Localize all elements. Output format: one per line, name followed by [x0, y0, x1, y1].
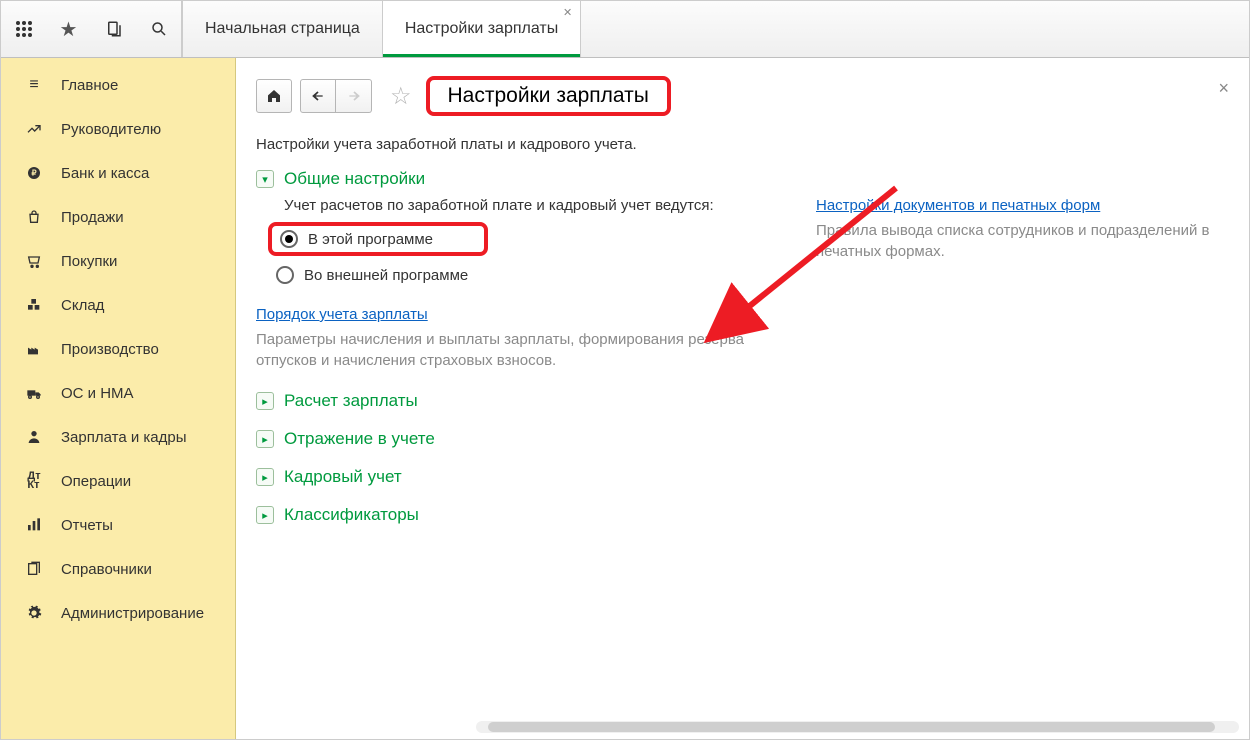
- cart-icon: [23, 253, 45, 269]
- sidebar-item-label: Руководителю: [61, 121, 161, 138]
- sidebar-item-label: Главное: [61, 77, 118, 94]
- trend-icon: [23, 121, 45, 137]
- tab-label: Начальная страница: [205, 20, 360, 38]
- general-lead: Учет расчетов по заработной плате и кадр…: [284, 197, 776, 214]
- close-page-button[interactable]: ×: [1218, 78, 1229, 99]
- page-title: Настройки зарплаты: [448, 84, 649, 108]
- sidebar-item-manager[interactable]: Руководителю: [1, 107, 235, 151]
- ruble-icon: ₽: [23, 165, 45, 181]
- tab-home[interactable]: Начальная страница: [182, 1, 383, 57]
- sidebar-item-label: Покупки: [61, 253, 117, 270]
- section-label: Общие настройки: [284, 169, 425, 189]
- sidebar-item-label: Операции: [61, 473, 131, 490]
- radio-in-program[interactable]: В этой программе: [268, 222, 488, 256]
- page-subtitle: Настройки учета заработной платы и кадро…: [256, 136, 1229, 153]
- chevron-down-icon: ▾: [256, 170, 274, 188]
- favorite-star-icon[interactable]: ☆: [390, 82, 412, 111]
- chevron-right-icon: ▸: [256, 468, 274, 486]
- tab-bar: ★ Начальная страница Настройки зарплаты …: [1, 1, 1249, 58]
- forward-button[interactable]: [336, 79, 372, 113]
- section-classifiers[interactable]: ▸ Классификаторы: [256, 505, 776, 525]
- bag-icon: [23, 209, 45, 225]
- section-label: Кадровый учет: [284, 467, 402, 487]
- radio-label: Во внешней программе: [304, 267, 468, 284]
- history-icon[interactable]: [91, 1, 136, 57]
- section-label: Отражение в учете: [284, 429, 435, 449]
- sidebar-item-purchases[interactable]: Покупки: [1, 239, 235, 283]
- sidebar-item-main[interactable]: ≡ Главное: [1, 63, 235, 107]
- boxes-icon: [23, 297, 45, 313]
- sidebar-item-reports[interactable]: Отчеты: [1, 503, 235, 547]
- chevron-right-icon: ▸: [256, 430, 274, 448]
- person-icon: [23, 429, 45, 445]
- chevron-right-icon: ▸: [256, 506, 274, 524]
- svg-text:₽: ₽: [31, 169, 36, 178]
- bars-icon: [23, 517, 45, 533]
- section-label: Классификаторы: [284, 505, 419, 525]
- tab-salary-settings[interactable]: Настройки зарплаты ✕: [383, 1, 581, 57]
- sidebar-item-salary[interactable]: Зарплата и кадры: [1, 415, 235, 459]
- sidebar-item-label: Зарплата и кадры: [61, 429, 187, 446]
- ledger-icon: ДтКт: [23, 472, 45, 490]
- sidebar-item-label: Банк и касса: [61, 165, 149, 182]
- sidebar-item-label: Администрирование: [61, 605, 204, 622]
- truck-icon: [23, 385, 45, 401]
- section-hr[interactable]: ▸ Кадровый учет: [256, 467, 776, 487]
- horizontal-scrollbar[interactable]: [476, 721, 1239, 733]
- radio-external[interactable]: Во внешней программе: [268, 262, 776, 288]
- sidebar-item-label: Производство: [61, 341, 159, 358]
- tab-label: Настройки зарплаты: [405, 20, 558, 38]
- text-doc-desc: Правила вывода списка сотрудников и подр…: [816, 220, 1236, 262]
- section-calc[interactable]: ▸ Расчет зарплаты: [256, 391, 776, 411]
- back-button[interactable]: [300, 79, 336, 113]
- radio-label: В этой программе: [308, 231, 433, 248]
- sidebar-item-label: Отчеты: [61, 517, 113, 534]
- sidebar: ≡ Главное Руководителю ₽ Банк и касса Пр…: [1, 58, 236, 739]
- link-doc-settings[interactable]: Настройки документов и печатных форм: [816, 197, 1100, 214]
- section-general[interactable]: ▾ Общие настройки: [256, 169, 776, 189]
- sidebar-item-label: Продажи: [61, 209, 124, 226]
- home-button[interactable]: [256, 79, 292, 113]
- main-panel: ☆ Настройки зарплаты × Настройки учета з…: [236, 58, 1249, 739]
- sidebar-item-bank[interactable]: ₽ Банк и касса: [1, 151, 235, 195]
- books-icon: [23, 561, 45, 577]
- sidebar-item-refs[interactable]: Справочники: [1, 547, 235, 591]
- sidebar-item-production[interactable]: Производство: [1, 327, 235, 371]
- text-order-desc: Параметры начисления и выплаты зарплаты,…: [256, 329, 776, 371]
- radio-icon: [280, 230, 298, 248]
- sidebar-item-operations[interactable]: ДтКт Операции: [1, 459, 235, 503]
- sidebar-item-admin[interactable]: Администрирование: [1, 591, 235, 635]
- apps-icon[interactable]: [1, 1, 46, 57]
- menu-icon: ≡: [23, 76, 45, 94]
- chevron-right-icon: ▸: [256, 392, 274, 410]
- section-label: Расчет зарплаты: [284, 391, 418, 411]
- sidebar-item-label: Склад: [61, 297, 104, 314]
- factory-icon: [23, 341, 45, 357]
- sidebar-item-label: ОС и НМА: [61, 385, 134, 402]
- close-icon[interactable]: ✕: [563, 6, 572, 19]
- gear-icon: [23, 605, 45, 621]
- link-salary-order[interactable]: Порядок учета зарплаты: [256, 306, 428, 323]
- radio-icon: [276, 266, 294, 284]
- section-reflect[interactable]: ▸ Отражение в учете: [256, 429, 776, 449]
- sidebar-item-assets[interactable]: ОС и НМА: [1, 371, 235, 415]
- sidebar-item-warehouse[interactable]: Склад: [1, 283, 235, 327]
- page-title-highlight: Настройки зарплаты: [426, 76, 671, 116]
- sidebar-item-label: Справочники: [61, 561, 152, 578]
- star-icon[interactable]: ★: [46, 1, 91, 57]
- sidebar-item-sales[interactable]: Продажи: [1, 195, 235, 239]
- search-icon[interactable]: [136, 1, 181, 57]
